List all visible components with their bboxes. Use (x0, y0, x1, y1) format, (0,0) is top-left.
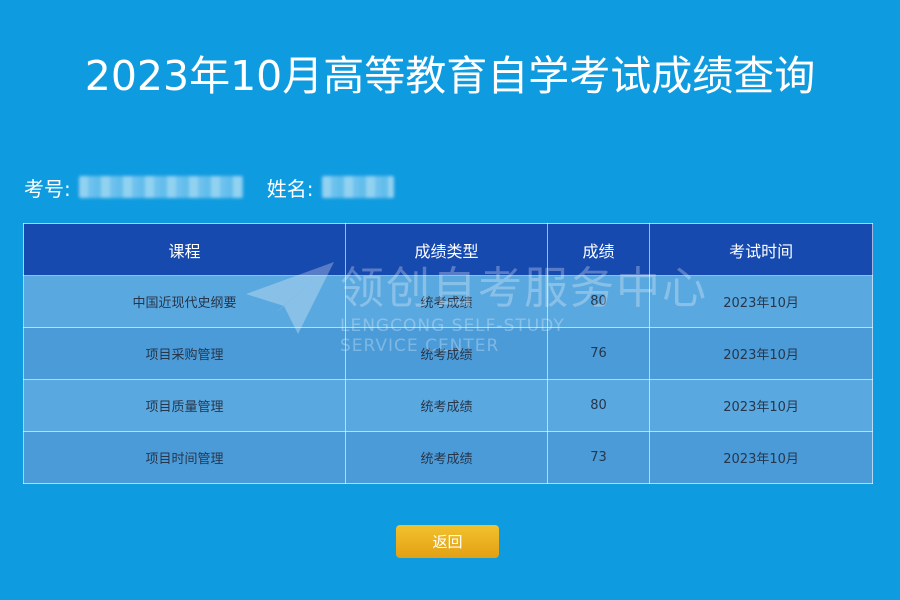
header-score: 成绩 (546, 223, 651, 276)
table-row: 项目质量管理 统考成绩 80 2023年10月 (22, 379, 873, 432)
cell-score-type: 统考成绩 (345, 379, 548, 432)
page-title: 2023年10月高等教育自学考试成绩查询 (84, 52, 816, 100)
name-label: 姓名: (266, 176, 314, 201)
table-row: 项目时间管理 统考成绩 73 2023年10月 (22, 431, 873, 484)
cell-exam-time: 2023年10月 (649, 379, 873, 432)
cell-exam-time: 2023年10月 (649, 431, 873, 484)
back-button[interactable]: 返回 (396, 525, 499, 558)
cell-exam-time: 2023年10月 (649, 327, 873, 380)
cell-score-type: 统考成绩 (345, 431, 548, 484)
score-table: 课程 成绩类型 成绩 考试时间 中国近现代史纲要 统考成绩 80 2023年10… (22, 223, 873, 484)
cell-score: 80 (546, 379, 651, 432)
exam-id-label: 考号: (24, 176, 71, 201)
cell-exam-time: 2023年10月 (649, 275, 873, 328)
header-score-type: 成绩类型 (345, 223, 548, 276)
cell-course: 项目质量管理 (22, 379, 347, 432)
cell-course: 项目时间管理 (22, 431, 347, 484)
cell-score: 80 (546, 275, 651, 328)
student-info: 考号: 姓名: (24, 172, 394, 202)
table-row: 项目采购管理 统考成绩 76 2023年10月 (22, 327, 873, 380)
header-course: 课程 (22, 223, 347, 276)
cell-score: 76 (546, 327, 651, 380)
name-redacted (321, 176, 394, 198)
cell-score-type: 统考成绩 (345, 327, 548, 380)
table-row: 中国近现代史纲要 统考成绩 80 2023年10月 (22, 275, 873, 328)
cell-course: 中国近现代史纲要 (22, 275, 347, 328)
header-exam-time: 考试时间 (649, 223, 873, 276)
cell-score-type: 统考成绩 (345, 275, 548, 328)
table-header-row: 课程 成绩类型 成绩 考试时间 (22, 223, 873, 276)
cell-score: 73 (546, 431, 651, 484)
exam-id-redacted (78, 176, 243, 198)
cell-course: 项目采购管理 (22, 327, 347, 380)
